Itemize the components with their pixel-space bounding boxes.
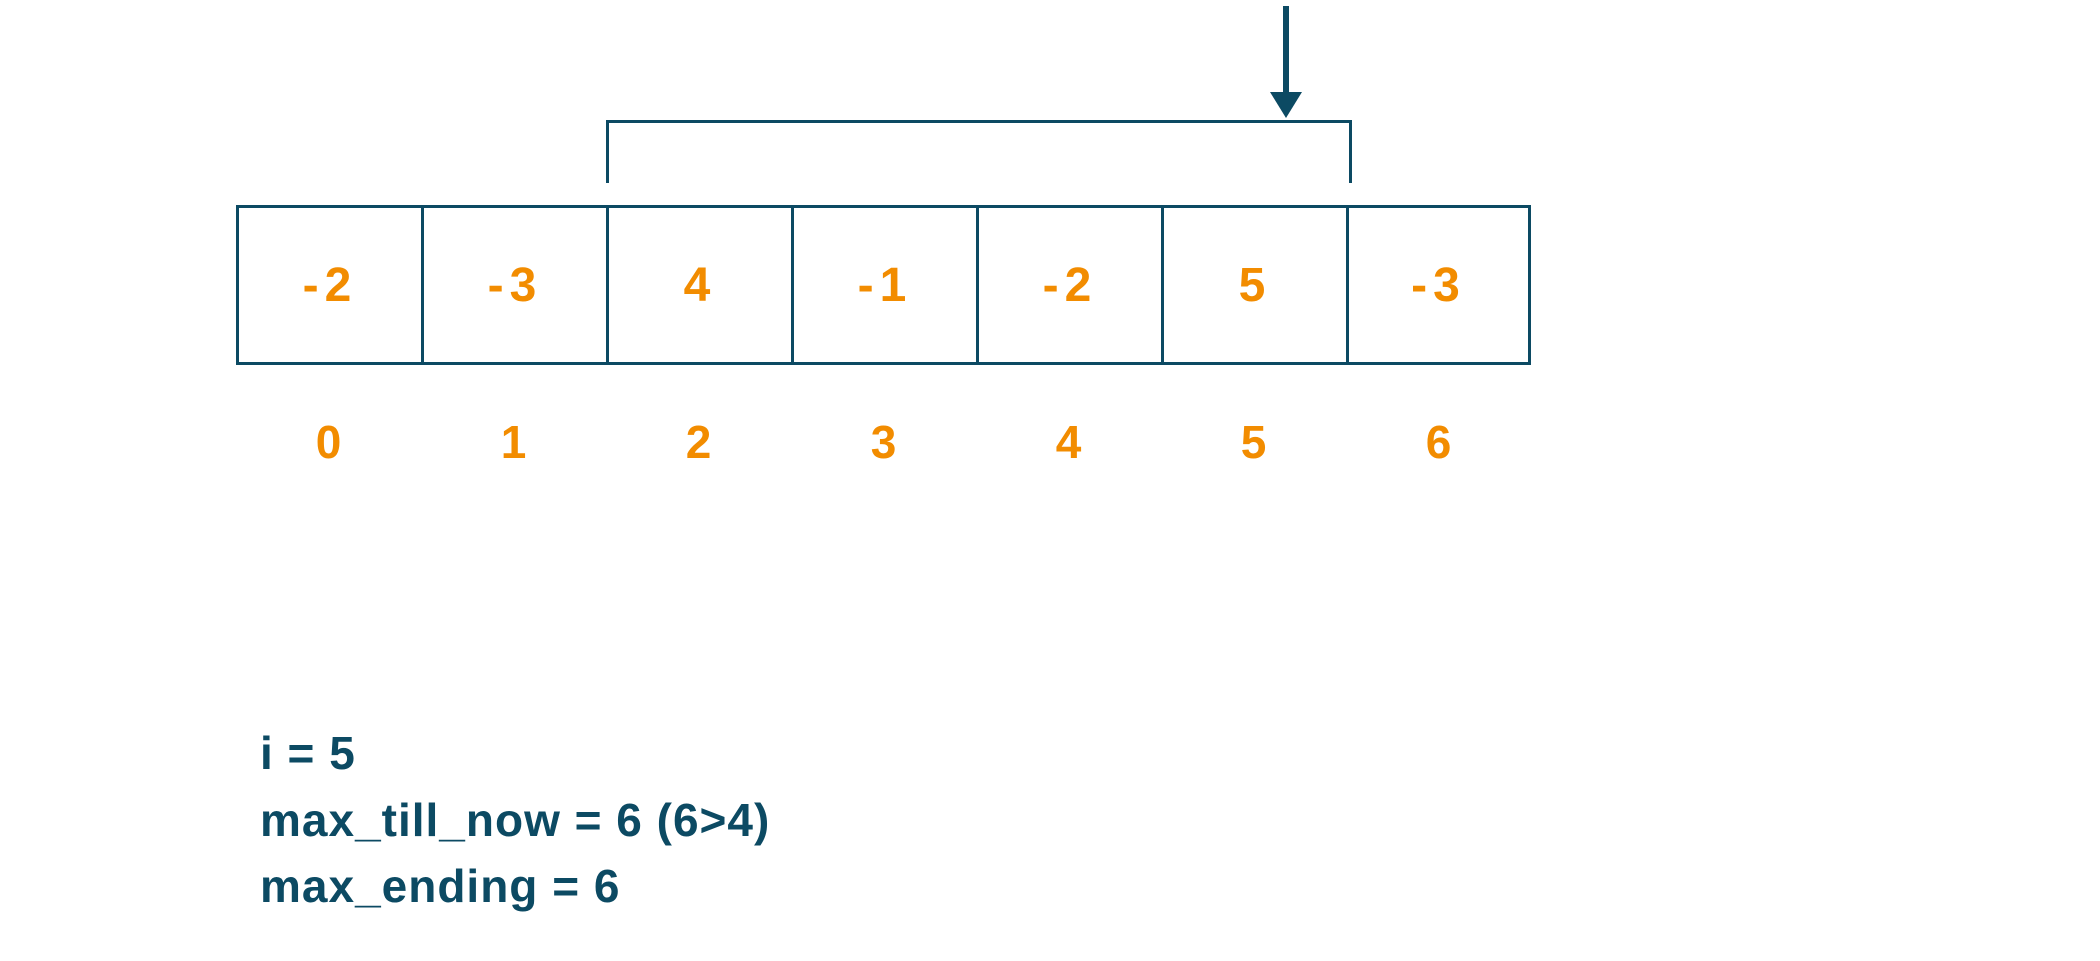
status-max-till-now: max_till_now = 6 (6>4) [260,787,770,854]
index-label: 1 [421,415,606,469]
diagram-stage: -2 -3 4 -1 -2 5 -3 0 1 2 3 4 5 6 i = 5 m… [0,0,2100,961]
array-cell: 4 [606,205,791,365]
array-cell: -3 [1346,205,1531,365]
subarray-bracket [606,120,1352,183]
array-cell: -2 [236,205,421,365]
array-cell: 5 [1161,205,1346,365]
index-row: 0 1 2 3 4 5 6 [236,415,1531,469]
index-label: 0 [236,415,421,469]
index-label: 3 [791,415,976,469]
status-i: i = 5 [260,720,770,787]
status-block: i = 5 max_till_now = 6 (6>4) max_ending … [260,720,770,920]
index-label: 4 [976,415,1161,469]
index-label: 5 [1161,415,1346,469]
index-label: 2 [606,415,791,469]
current-index-arrow [1256,0,1316,120]
status-max-ending: max_ending = 6 [260,853,770,920]
array-cell: -2 [976,205,1161,365]
array: -2 -3 4 -1 -2 5 -3 [236,205,1531,365]
index-label: 6 [1346,415,1531,469]
array-cell: -3 [421,205,606,365]
array-cell: -1 [791,205,976,365]
